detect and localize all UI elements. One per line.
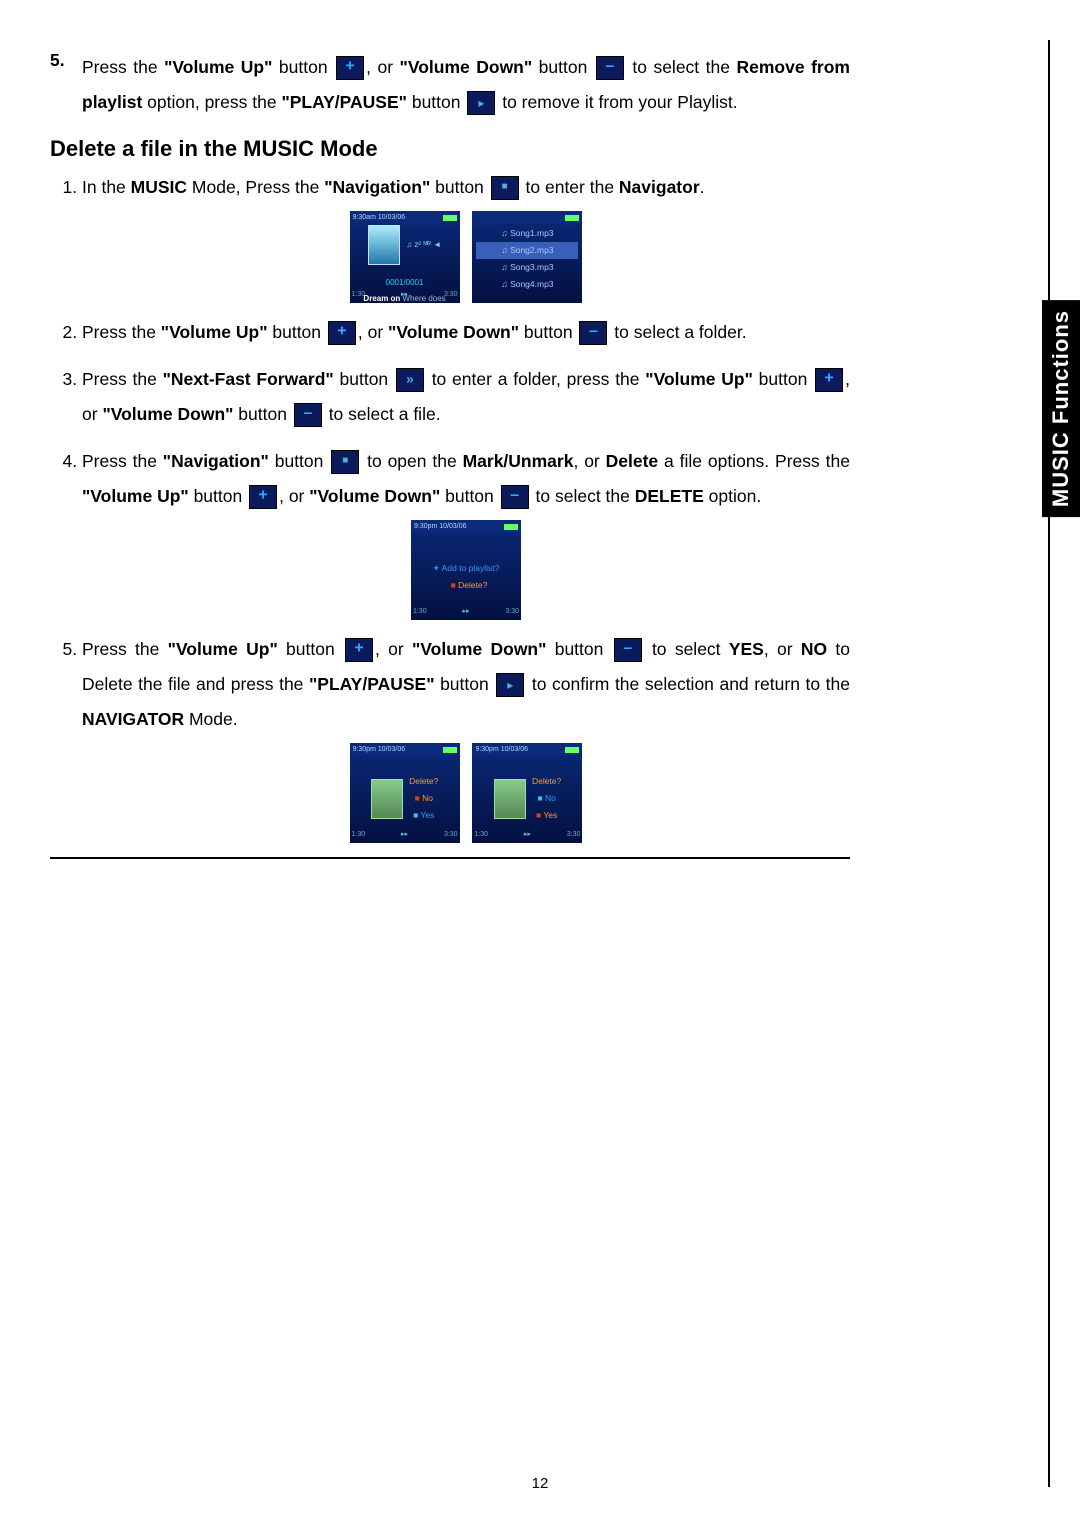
screenshot-delete-menu: 9:30pm 10/03/06 ✦ Add to playlist? Delet… <box>411 520 521 620</box>
volume-up-icon <box>336 56 364 80</box>
navigation-icon <box>491 176 519 200</box>
screenshot-delete-yes: 9:30pm 10/03/06 Delete? No Yes 1:30▸▸3:3… <box>472 743 582 843</box>
volume-up-icon <box>328 321 356 345</box>
screenshot-navigator-left: 9:30am 10/03/06 ♫ z² ᴹᴿ ◄ 0001/0001 Drea… <box>350 211 460 303</box>
section-end-rule <box>50 857 850 859</box>
screenshot-navigator-right: Song1.mp3 Song2.mp3 Song3.mp3 Song4.mp3 <box>472 211 582 303</box>
intro-step-5: Press the "Volume Up" button , or "Volum… <box>82 50 850 120</box>
side-tab-music-functions: MUSIC Functions <box>1042 300 1080 517</box>
step-1: In the MUSIC Mode, Press the "Navigation… <box>82 170 850 303</box>
fast-forward-icon <box>396 368 424 392</box>
step-4: Press the "Navigation" button to open th… <box>82 444 850 620</box>
step-3: Press the "Next-Fast Forward" button to … <box>82 362 850 432</box>
page-content: 5. Press the "Volume Up" button , or "Vo… <box>50 50 850 859</box>
heading-delete-file: Delete a file in the MUSIC Mode <box>50 136 850 162</box>
play-pause-icon <box>467 91 495 115</box>
album-art-icon <box>494 779 526 819</box>
step-5: Press the "Volume Up" button , or "Volum… <box>82 632 850 843</box>
navigation-icon <box>331 450 359 474</box>
volume-down-icon <box>501 485 529 509</box>
volume-up-icon <box>815 368 843 392</box>
volume-up-icon <box>249 485 277 509</box>
album-art-icon <box>371 779 403 819</box>
screenshot-delete-no: 9:30pm 10/03/06 Delete? No Yes 1:30▸▸3:3… <box>350 743 460 843</box>
album-art-icon <box>368 225 400 265</box>
volume-down-icon <box>596 56 624 80</box>
play-pause-icon <box>496 673 524 697</box>
page-border-right <box>1048 40 1050 1487</box>
page-number: 12 <box>532 1475 549 1492</box>
volume-down-icon <box>579 321 607 345</box>
volume-down-icon <box>294 403 322 427</box>
step-2: Press the "Volume Up" button , or "Volum… <box>82 315 850 350</box>
list-number: 5. <box>50 50 82 120</box>
volume-up-icon <box>345 638 373 662</box>
volume-down-icon <box>614 638 642 662</box>
